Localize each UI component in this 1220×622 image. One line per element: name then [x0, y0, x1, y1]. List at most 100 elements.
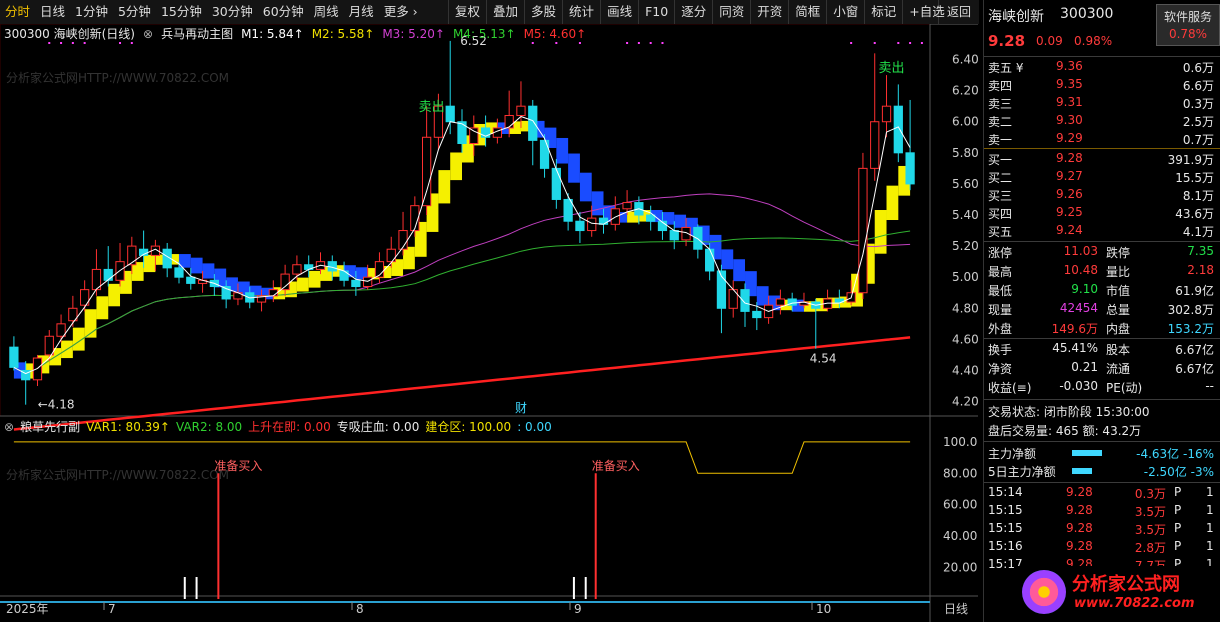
bid-volume: 391.9万 [1167, 153, 1214, 167]
tick-count: 1 [1206, 485, 1214, 499]
stat-label: 量比 [1106, 265, 1131, 279]
x-month-label: 7 [108, 602, 116, 616]
candle-body [563, 198, 573, 222]
m2-band-seg [450, 152, 462, 181]
y-tick-label: 4.60 [952, 332, 979, 346]
tool-button-9[interactable]: 简框 [788, 0, 826, 24]
candle-body [775, 298, 786, 306]
tick-count: 1 [1206, 521, 1214, 535]
kline-chart[interactable]: 分析家公式网HTTP://WWW.70822.COM 分析家公式网HTTP://W… [0, 24, 983, 622]
period-tab-7[interactable]: 周线 [309, 0, 344, 24]
candle-body [858, 167, 868, 294]
stat2-label: 股本 [1106, 343, 1131, 357]
bid-volume: 15.5万 [1175, 171, 1214, 185]
stat2-value: -0.030 [1059, 379, 1098, 393]
bid-price: 9.24 [1056, 223, 1083, 237]
tool-button-7[interactable]: 同资 [712, 0, 750, 24]
ask-price: 9.35 [1056, 77, 1083, 91]
signal-dot [71, 42, 74, 44]
tool-button-8[interactable]: 开资 [750, 0, 788, 24]
main-net5-value: -2.50亿 -3% [1143, 465, 1214, 479]
candle-body [103, 268, 113, 281]
ask-price: 9.29 [1056, 131, 1083, 145]
tick-time: 15:14 [988, 485, 1023, 499]
stat2-label: 换手 [988, 343, 1013, 357]
signal-dot [531, 42, 534, 44]
buy-signal-label: 准备买入 [592, 459, 640, 473]
y-tick-label: 5.20 [952, 239, 979, 253]
ask-volume: 0.7万 [1182, 133, 1214, 147]
tick-side: P [1174, 539, 1182, 553]
tick-price: 9.28 [1066, 539, 1093, 553]
period-tab-3[interactable]: 5分钟 [113, 0, 156, 24]
ask-level-label: 卖三 [988, 97, 1013, 111]
tool-button-1[interactable]: 叠加 [486, 0, 524, 24]
candle-body [9, 346, 19, 368]
sub-indicator-collapse-icon[interactable]: ⊗ [4, 420, 14, 434]
ask-volume: 0.3万 [1182, 97, 1214, 111]
stat-label: 最低 [988, 284, 1013, 298]
signal-dot [897, 42, 900, 44]
main-indicator-name[interactable]: 兵马再动主图 [161, 27, 233, 41]
stat-label: 最高 [988, 265, 1013, 279]
period-tab-5[interactable]: 30分钟 [207, 0, 258, 24]
period-tab-9[interactable]: 更多 › [379, 0, 423, 24]
stock-code: 300300 [1060, 6, 1114, 22]
y-tick-label: 6.00 [952, 115, 979, 129]
candle-body [504, 115, 514, 129]
sub-legend-5: : 0.00 [517, 420, 552, 434]
tool-button-11[interactable]: 标记 [864, 0, 902, 24]
service-button[interactable]: 软件服务 0.78% [1156, 4, 1220, 46]
period-tab-6[interactable]: 60分钟 [258, 0, 309, 24]
ma-legend-2: M2: 5.58↑ [311, 27, 375, 41]
tool-button-2[interactable]: 多股 [524, 0, 562, 24]
ask-volume: 2.5万 [1182, 115, 1214, 129]
stat-value: 2.18 [1187, 263, 1214, 277]
m2-band-seg [96, 296, 109, 320]
signal-dot [578, 42, 581, 44]
tool-button-5[interactable]: F10 [638, 0, 674, 24]
stat2-label: PE(动) [1106, 381, 1143, 395]
candle-body [881, 105, 892, 123]
main-net-value: -4.63亿 -16% [1136, 447, 1214, 461]
tick-price: 9.28 [1066, 503, 1093, 517]
indicator-collapse-icon[interactable]: ⊗ [143, 27, 153, 41]
tool-button-6[interactable]: 逐分 [674, 0, 712, 24]
ask-price: 9.30 [1056, 113, 1083, 127]
candle-body [646, 214, 656, 222]
stat-label: 跌停 [1106, 246, 1131, 260]
main-legend: 300300 海峡创新(日线) ⊗ 兵马再动主图 M1: 5.84↑ M2: 5.58↑… [4, 25, 594, 41]
tool-button-4[interactable]: 画线 [600, 0, 638, 24]
candle-body [56, 323, 66, 337]
tick-count: 1 [1206, 539, 1214, 553]
signal-dot [637, 42, 640, 44]
main-net5-bar [1072, 468, 1092, 474]
logo-text: 分析家公式网 [1072, 574, 1180, 595]
stat-label: 市值 [1106, 284, 1131, 298]
tool-button-3[interactable]: 统计 [562, 0, 600, 24]
period-tab-1[interactable]: 日线 [35, 0, 70, 24]
tool-button-0[interactable]: 复权 [448, 0, 486, 24]
period-tab-0[interactable]: 分时 [0, 0, 35, 24]
sub-legend-1: VAR2: 8.00 [175, 420, 243, 434]
period-tab-8[interactable]: 月线 [344, 0, 379, 24]
y-tick-label: 4.80 [952, 301, 979, 315]
tick-side: P [1174, 521, 1182, 535]
signal-dot [850, 42, 853, 44]
x-month-label: 8 [356, 602, 364, 616]
buy-signal-label: 准备买入 [214, 459, 262, 473]
m2-band-seg [579, 172, 592, 202]
period-tab-2[interactable]: 1分钟 [70, 0, 113, 24]
sub-legend-2: 上升在即: 0.00 [248, 420, 331, 434]
candle-body [421, 136, 432, 207]
stat2-label: 净资 [988, 362, 1013, 376]
bid-price: 9.25 [1056, 205, 1083, 219]
tool-button-10[interactable]: 小窗 [826, 0, 864, 24]
logo-flower-icon [1022, 570, 1066, 614]
sub-indicator-name[interactable]: 粮草先行副 [20, 420, 80, 434]
ask-level-label: 卖四 [988, 79, 1013, 93]
tool-button-12[interactable]: +自选 [902, 0, 950, 24]
period-tab-4[interactable]: 15分钟 [156, 0, 207, 24]
m2-band-seg [886, 185, 899, 221]
stat-value: 149.6万 [1051, 322, 1098, 336]
